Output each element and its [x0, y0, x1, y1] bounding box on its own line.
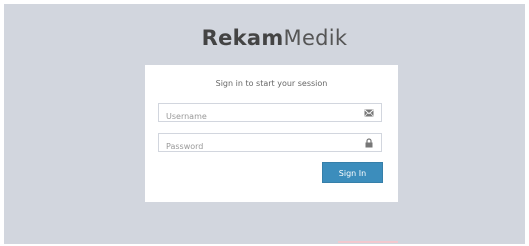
username-input[interactable] — [159, 108, 356, 125]
bottom-edge-strip — [338, 241, 398, 243]
logo-bold-text: Rekam — [201, 26, 284, 50]
app-logo[interactable]: RekamMedik — [4, 26, 529, 50]
username-field[interactable] — [158, 103, 382, 125]
login-box: Sign in to start your session Sign In — [145, 65, 398, 202]
sign-in-button[interactable]: Sign In — [322, 162, 383, 183]
envelope-icon — [364, 109, 374, 117]
logo-light-text: Medik — [283, 26, 348, 50]
password-field[interactable] — [158, 133, 382, 155]
login-box-message: Sign in to start your session — [215, 79, 328, 88]
password-input[interactable] — [159, 138, 356, 155]
login-page: RekamMedik Sign in to start your session… — [4, 4, 525, 244]
lock-icon — [365, 138, 373, 148]
